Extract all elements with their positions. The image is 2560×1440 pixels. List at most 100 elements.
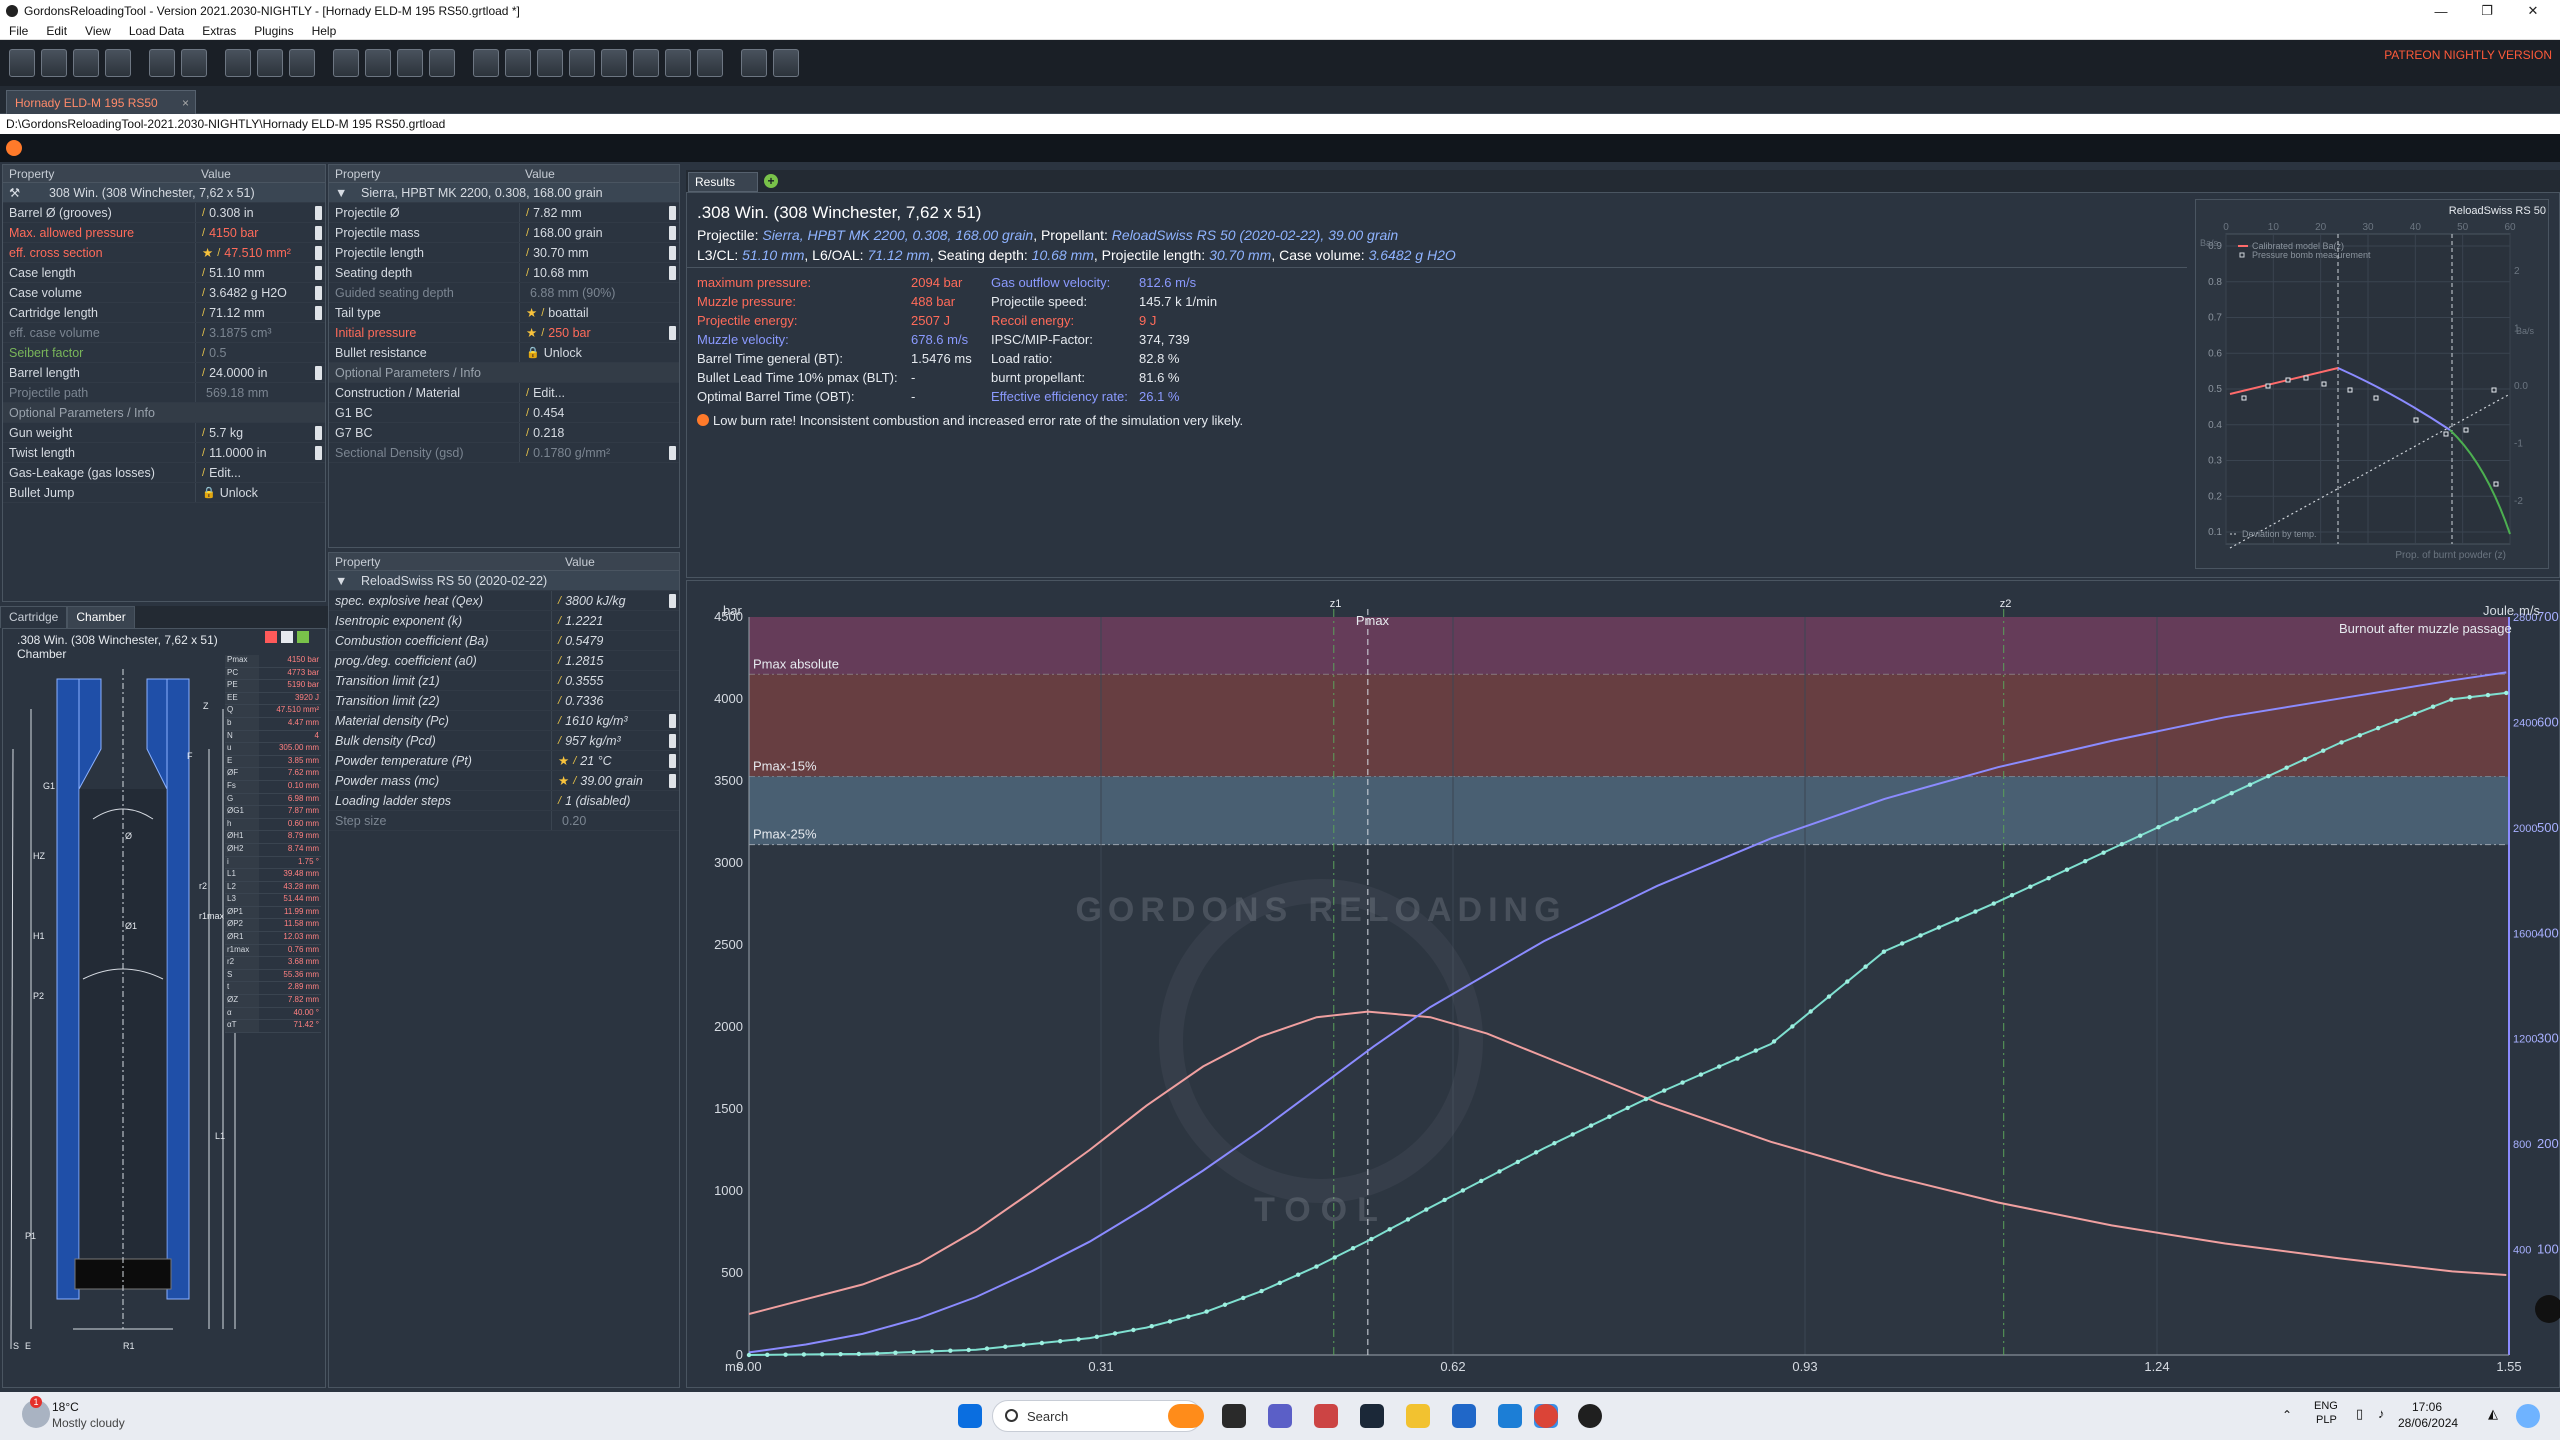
property-value[interactable]: 🔒 Unlock bbox=[519, 343, 679, 362]
property-value[interactable]: /10.68 mm bbox=[519, 263, 679, 282]
property-row-seating-depth[interactable]: Seating depth/10.68 mm bbox=[329, 263, 679, 283]
windows-start-icon[interactable] bbox=[958, 1404, 982, 1428]
save-icon[interactable] bbox=[149, 49, 175, 77]
property-value[interactable]: /0.5479 bbox=[551, 631, 679, 650]
property-value[interactable]: /11.0000 in bbox=[195, 443, 325, 462]
property-value[interactable]: ★ / boattail bbox=[519, 303, 679, 322]
property-row-bullet-jump[interactable]: Bullet Jump 🔒 Unlock bbox=[3, 483, 325, 503]
property-row-g1-bc[interactable]: G1 BC/0.454 bbox=[329, 403, 679, 423]
language-code[interactable]: ENG bbox=[2314, 1400, 2338, 1412]
gordons-app-icon[interactable] bbox=[1578, 1404, 1602, 1428]
property-value[interactable]: /0.3555 bbox=[551, 671, 679, 690]
ellipsis-button[interactable] bbox=[669, 754, 676, 768]
ellipsis-button[interactable] bbox=[315, 226, 322, 240]
cartridge-selector-value[interactable]: 308 Win. (308 Winchester, 7,62 x 51) bbox=[43, 183, 323, 202]
tab-chamber[interactable]: Chamber bbox=[67, 606, 135, 628]
property-value[interactable]: /1.2221 bbox=[551, 611, 679, 630]
property-value[interactable]: 569.18 mm bbox=[195, 383, 325, 402]
property-row-prog-deg-coefficient-a0[interactable]: prog./deg. coefficient (a0) /1.2815 bbox=[329, 651, 679, 671]
copy-icon[interactable] bbox=[281, 631, 293, 643]
property-value[interactable]: /71.12 mm bbox=[195, 303, 325, 322]
property-row-sectional-density-gsd[interactable]: Sectional Density (gsd) /0.1780 g/mm² bbox=[329, 443, 679, 463]
window-icon[interactable] bbox=[773, 49, 799, 77]
ellipsis-button[interactable] bbox=[315, 246, 322, 260]
property-row-eff-case-volume[interactable]: eff. case volume/3.1875 cm³ bbox=[3, 323, 325, 343]
ellipsis-button[interactable] bbox=[315, 286, 322, 300]
network-icon[interactable]: ▯ bbox=[2356, 1406, 2363, 1422]
store-icon[interactable] bbox=[1452, 1404, 1476, 1428]
property-value[interactable]: /957 kg/m³ bbox=[551, 731, 679, 750]
teams-icon[interactable] bbox=[1268, 1404, 1292, 1428]
property-value[interactable]: 6.88 mm (90%) bbox=[519, 283, 679, 302]
ellipsis-button[interactable] bbox=[669, 326, 676, 340]
property-row-loading-ladder-steps[interactable]: Loading ladder steps/1 (disabled) bbox=[329, 791, 679, 811]
chrono-icon[interactable] bbox=[633, 49, 659, 77]
patreon-label[interactable]: PATREON NIGHTLY VERSION bbox=[2384, 48, 2552, 62]
property-row-bullet-resistance[interactable]: Bullet resistance 🔒 Unlock bbox=[329, 343, 679, 363]
property-row-tail-type[interactable]: Tail type ★ / boattail bbox=[329, 303, 679, 323]
maximize-icon[interactable]: ❐ bbox=[2464, 0, 2510, 22]
projectile-selector-value[interactable]: Sierra, HPBT MK 2200, 0.308, 168.00 grai… bbox=[355, 183, 675, 202]
property-row-max-allowed-pressure[interactable]: Max. allowed pressure/4150 bar bbox=[3, 223, 325, 243]
property-row-projectile[interactable]: Projectile Ø/7.82 mm bbox=[329, 203, 679, 223]
menu-plugins[interactable]: Plugins bbox=[245, 24, 302, 38]
grid-icon[interactable] bbox=[505, 49, 531, 77]
powder-selector[interactable]: ▼ ReloadSwiss RS 50 (2020-02-22) bbox=[329, 571, 679, 591]
property-row-transition-limit-z2[interactable]: Transition limit (z2) /0.7336 bbox=[329, 691, 679, 711]
property-value[interactable]: /51.10 mm bbox=[195, 263, 325, 282]
reload-icon[interactable] bbox=[105, 49, 131, 77]
property-row-cartridge-length[interactable]: Cartridge length/71.12 mm bbox=[3, 303, 325, 323]
export-icon[interactable] bbox=[257, 49, 283, 77]
powder-icon[interactable] bbox=[429, 49, 455, 77]
tab-cartridge[interactable]: Cartridge bbox=[0, 606, 68, 628]
property-value[interactable]: ★/250 bar bbox=[519, 323, 679, 342]
property-row-spec-explosive-heat-qex[interactable]: spec. explosive heat (Qex) /3800 kJ/kg bbox=[329, 591, 679, 611]
ellipsis-button[interactable] bbox=[315, 266, 322, 280]
property-row-material-density-pc[interactable]: Material density (Pc) /1610 kg/m³ bbox=[329, 711, 679, 731]
property-value[interactable]: 0.20 bbox=[551, 811, 679, 830]
property-row-projectile-length[interactable]: Projectile length/30.70 mm bbox=[329, 243, 679, 263]
open-recent-icon[interactable] bbox=[73, 49, 99, 77]
property-row-g7-bc[interactable]: G7 BC/0.218 bbox=[329, 423, 679, 443]
collapse-icon[interactable]: ▼ bbox=[329, 571, 355, 590]
property-row-eff-cross-section[interactable]: eff. cross section ★/47.510 mm² bbox=[3, 243, 325, 263]
property-row-transition-limit-z1[interactable]: Transition limit (z1) /0.3555 bbox=[329, 671, 679, 691]
chrome-icon[interactable] bbox=[1534, 1404, 1558, 1428]
menu-file[interactable]: File bbox=[0, 24, 37, 38]
open-file-icon[interactable] bbox=[41, 49, 67, 77]
calibrate-icon[interactable] bbox=[665, 49, 691, 77]
property-value[interactable]: /0.308 in bbox=[195, 203, 325, 222]
property-value[interactable]: /168.00 grain bbox=[519, 223, 679, 242]
property-value[interactable]: ★/39.00 grain bbox=[551, 771, 679, 790]
property-row-case-volume[interactable]: Case volume/3.6482 g H2O bbox=[3, 283, 325, 303]
property-row-powder-mass-mc[interactable]: Powder mass (mc) ★/39.00 grain bbox=[329, 771, 679, 791]
target-icon[interactable] bbox=[537, 49, 563, 77]
notifications-icon[interactable]: ◭ bbox=[2488, 1406, 2498, 1422]
property-value[interactable]: /24.0000 in bbox=[195, 363, 325, 382]
property-value[interactable]: /0.7336 bbox=[551, 691, 679, 710]
property-value[interactable]: /3.1875 cm³ bbox=[195, 323, 325, 342]
ellipsis-button[interactable] bbox=[315, 206, 322, 220]
property-value[interactable]: ★/47.510 mm² bbox=[195, 243, 325, 262]
remote-icon[interactable] bbox=[1498, 1404, 1522, 1428]
property-row-barrel-grooves[interactable]: Barrel Ø (grooves) /0.308 in bbox=[3, 203, 325, 223]
property-row-seibert-factor[interactable]: Seibert factor/0.5 bbox=[3, 343, 325, 363]
property-row-construction-material[interactable]: Construction / Material / Edit... bbox=[329, 383, 679, 403]
pdf-icon[interactable] bbox=[265, 631, 277, 643]
chart-icon[interactable] bbox=[697, 49, 723, 77]
property-row-gun-weight[interactable]: Gun weight/5.7 kg bbox=[3, 423, 325, 443]
property-value[interactable]: / Edit... bbox=[195, 463, 325, 482]
property-value[interactable]: /0.454 bbox=[519, 403, 679, 422]
ellipsis-button[interactable] bbox=[315, 426, 322, 440]
property-value[interactable]: /0.5 bbox=[195, 343, 325, 362]
ellipsis-button[interactable] bbox=[669, 774, 676, 788]
app-icon[interactable] bbox=[1314, 1404, 1338, 1428]
ellipsis-button[interactable] bbox=[669, 206, 676, 220]
property-row-bulk-density-pcd[interactable]: Bulk density (Pcd) /957 kg/m³ bbox=[329, 731, 679, 751]
property-value[interactable]: /4150 bar bbox=[195, 223, 325, 242]
minimize-icon[interactable]: — bbox=[2418, 0, 2464, 22]
menu-help[interactable]: Help bbox=[303, 24, 346, 38]
print-icon[interactable] bbox=[225, 49, 251, 77]
property-value[interactable]: /5.7 kg bbox=[195, 423, 325, 442]
bullet-icon[interactable] bbox=[397, 49, 423, 77]
